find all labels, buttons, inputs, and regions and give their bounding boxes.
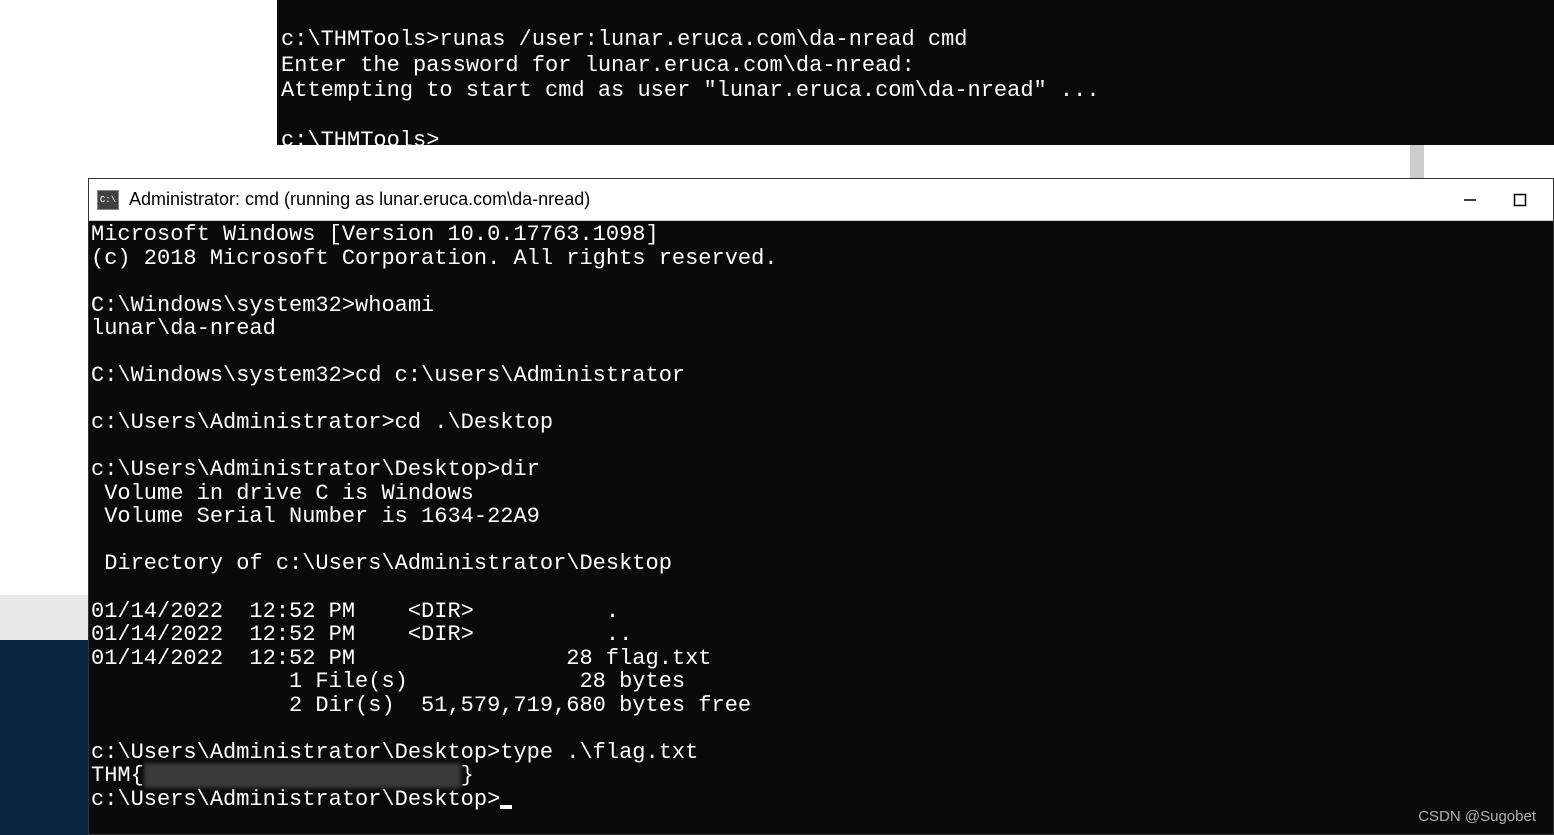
terminal-main-output: Microsoft Windows [Version 10.0.17763.10… xyxy=(91,223,1551,811)
left-background-light xyxy=(0,595,88,640)
watermark-text: CSDN @Sugobet xyxy=(1418,808,1536,825)
window-title: Administrator: cmd (running as lunar.eru… xyxy=(129,189,1445,210)
terminal-main-area[interactable]: Microsoft Windows [Version 10.0.17763.10… xyxy=(89,221,1553,834)
window-titlebar[interactable]: C:\ Administrator: cmd (running as lunar… xyxy=(89,179,1553,221)
window-controls xyxy=(1445,182,1545,218)
left-background-dark xyxy=(0,640,88,835)
maximize-icon xyxy=(1513,193,1527,207)
terminal-top-output: c:\THMTools>runas /user:lunar.eruca.com\… xyxy=(281,2,1550,145)
scrollbar-fragment xyxy=(1410,145,1424,178)
cmd-icon: C:\ xyxy=(97,190,119,210)
minimize-icon xyxy=(1463,193,1477,207)
flag-redacted: XXXXXXXXXXXXXXXXXXXXXXXX xyxy=(144,763,461,788)
cursor xyxy=(500,805,512,809)
terminal-background-window[interactable]: c:\THMTools>runas /user:lunar.eruca.com\… xyxy=(277,0,1554,145)
flag-prefix: THM{ xyxy=(91,763,144,788)
cmd-window: C:\ Administrator: cmd (running as lunar… xyxy=(88,178,1554,835)
flag-suffix: } xyxy=(461,763,474,788)
final-prompt: c:\Users\Administrator\Desktop> xyxy=(91,787,500,812)
maximize-button[interactable] xyxy=(1495,182,1545,218)
minimize-button[interactable] xyxy=(1445,182,1495,218)
